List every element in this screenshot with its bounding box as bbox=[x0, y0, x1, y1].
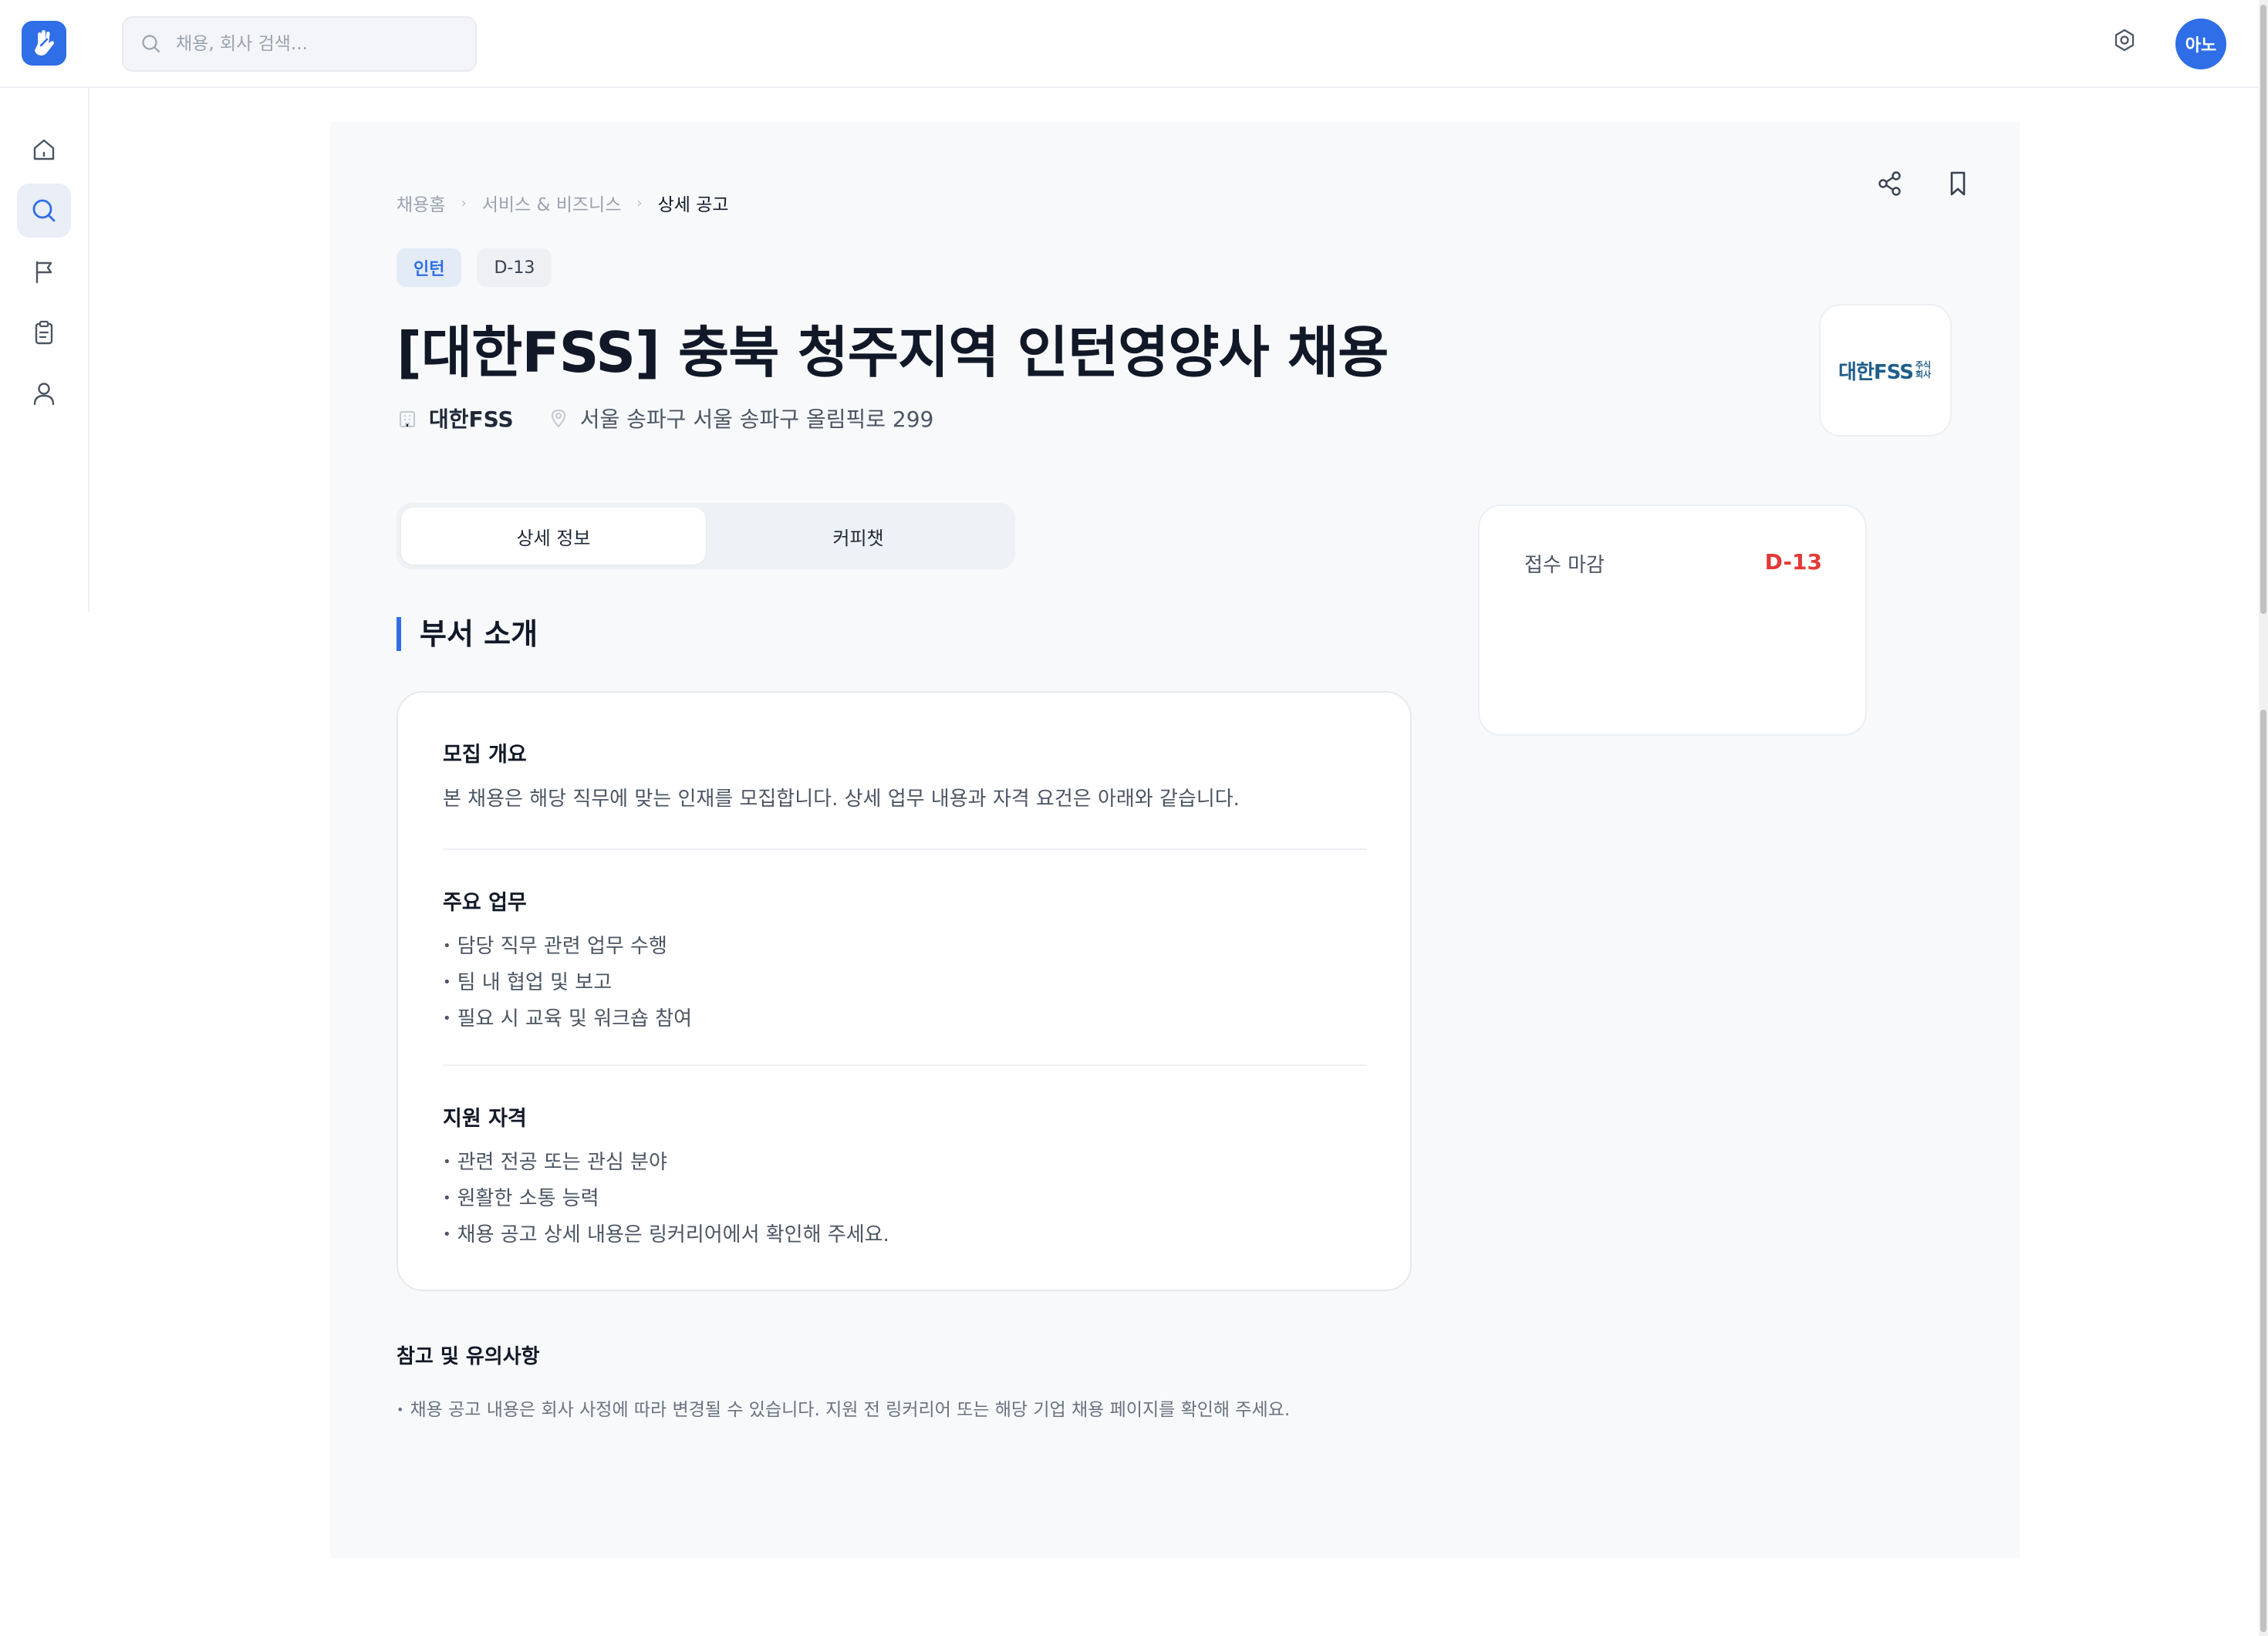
deadline-value: D-13 bbox=[1764, 549, 1822, 575]
top-bar: 아노 bbox=[0, 0, 2268, 88]
list-item: 채용 공고 상세 내용은 링커리어에서 확인해 주세요. bbox=[443, 1218, 1369, 1254]
breadcrumb-item-home[interactable]: 채용홈 bbox=[397, 190, 445, 216]
duties-list: 담당 직무 관련 업무 수행 팀 내 협업 및 보고 필요 시 교육 및 워크숍… bbox=[443, 929, 1369, 1038]
list-item: 관련 전공 또는 관심 분야 bbox=[443, 1145, 1369, 1182]
share-icon bbox=[1878, 171, 1901, 196]
duties-block: 주요 업무 담당 직무 관련 업무 수행 팀 내 협업 및 보고 필요 시 교육… bbox=[443, 885, 1369, 1038]
detail-tabs: 상세 정보 커피챗 bbox=[397, 503, 1015, 569]
search-icon bbox=[142, 35, 160, 53]
divider bbox=[443, 1064, 1367, 1066]
qualifications-block: 지원 자격 관련 전공 또는 관심 분야 원활한 소통 능력 채용 공고 상세 … bbox=[443, 1101, 1369, 1254]
search-box[interactable] bbox=[122, 16, 477, 72]
qualifications-heading: 지원 자격 bbox=[443, 1107, 527, 1131]
tab-detail-info[interactable]: 상세 정보 bbox=[401, 508, 706, 565]
qualifications-list: 관련 전공 또는 관심 분야 원활한 소통 능력 채용 공고 상세 내용은 링커… bbox=[443, 1145, 1369, 1254]
job-tags: 인턴 D-13 bbox=[397, 248, 552, 287]
list-item: 필요 시 교육 및 워크숍 참여 bbox=[443, 1002, 1369, 1038]
sidebar-item-home[interactable] bbox=[17, 123, 71, 177]
deadline-label: 접수 마감 bbox=[1524, 554, 1605, 577]
divider bbox=[443, 848, 1367, 850]
sidebar-item-profile[interactable] bbox=[17, 366, 71, 420]
scrollbar-thumb-secondary[interactable] bbox=[2260, 710, 2266, 1632]
overview-block: 모집 개요 본 채용은 해당 직무에 맞는 인재를 모집합니다. 상세 업무 내… bbox=[443, 737, 1369, 811]
overview-text: 본 채용은 해당 직무에 맞는 인재를 모집합니다. 상세 업무 내용과 자격 … bbox=[443, 788, 1240, 811]
breadcrumb-current: 상세 공고 bbox=[657, 195, 729, 215]
notes-title: 참고 및 유의사항 bbox=[397, 1345, 540, 1368]
job-title: [대한FSS] 충북 청주지역 인턴영양사 채용 bbox=[397, 320, 1389, 385]
avatar[interactable]: 아노 bbox=[2175, 19, 2226, 69]
share-button[interactable] bbox=[1871, 165, 1909, 202]
company-logo: 대한FSS 주식회사 bbox=[1819, 304, 1952, 437]
search-input[interactable] bbox=[176, 34, 454, 54]
list-item: 팀 내 협업 및 보고 bbox=[443, 966, 1369, 1002]
chevron-right-icon: › bbox=[636, 194, 643, 211]
list-item: 원활한 소통 능력 bbox=[443, 1182, 1369, 1218]
company-name[interactable]: 대한FSS bbox=[429, 403, 514, 433]
hand-logo-icon bbox=[35, 30, 54, 56]
overview-heading: 모집 개요 bbox=[443, 743, 527, 767]
job-detail-panel: 채용홈 › 서비스 & 비즈니스 › 상세 공고 인턴 D-13 [대한FSS]… bbox=[330, 122, 2020, 1558]
dday-badge: D-13 bbox=[477, 248, 552, 287]
notes-text: 채용 공고 내용은 회사 사정에 따라 변경될 수 있습니다. 지원 전 링커리… bbox=[397, 1395, 1290, 1421]
job-description-card: 모집 개요 본 채용은 해당 직무에 맞는 인재를 모집합니다. 상세 업무 내… bbox=[397, 691, 1412, 1291]
company-logo-text: 대한FSS bbox=[1838, 360, 1914, 384]
employment-type-badge: 인턴 bbox=[397, 248, 462, 287]
scrollbar-thumb[interactable] bbox=[2260, 5, 2266, 614]
duties-heading: 주요 업무 bbox=[443, 891, 527, 915]
gear-icon bbox=[2114, 29, 2135, 52]
clipboard-icon bbox=[35, 320, 53, 345]
list-item: 담당 직무 관련 업무 수행 bbox=[443, 929, 1369, 966]
bookmark-icon bbox=[1950, 171, 1966, 196]
company-address: 서울 송파구 서울 송파구 올림픽로 299 bbox=[579, 406, 934, 432]
job-meta: 대한FSS 서울 송파구 서울 송파구 올림픽로 299 bbox=[397, 403, 933, 433]
flag-icon bbox=[35, 261, 52, 284]
app-logo[interactable] bbox=[22, 21, 66, 66]
chevron-right-icon: › bbox=[461, 194, 467, 211]
sidebar bbox=[0, 88, 89, 612]
breadcrumb: 채용홈 › 서비스 & 비즈니스 › 상세 공고 bbox=[397, 190, 729, 216]
location-pin-icon bbox=[551, 409, 565, 428]
breadcrumb-item-category[interactable]: 서비스 & 비즈니스 bbox=[482, 190, 622, 216]
deadline-card: 접수 마감 D-13 bbox=[1478, 504, 1867, 736]
settings-button[interactable] bbox=[2108, 23, 2141, 57]
sidebar-item-search[interactable] bbox=[17, 184, 71, 238]
home-icon bbox=[33, 139, 55, 160]
search-icon bbox=[32, 199, 56, 222]
user-icon bbox=[33, 383, 55, 406]
bookmark-button[interactable] bbox=[1939, 165, 1976, 202]
sidebar-item-clipboard[interactable] bbox=[17, 305, 71, 359]
sidebar-item-flag[interactable] bbox=[17, 245, 71, 299]
company-logo-subtext: 주식회사 bbox=[1915, 359, 1932, 379]
building-icon bbox=[400, 411, 415, 427]
tab-coffee-chat[interactable]: 커피챗 bbox=[706, 508, 1011, 565]
section-title: 부서 소개 bbox=[397, 617, 538, 651]
